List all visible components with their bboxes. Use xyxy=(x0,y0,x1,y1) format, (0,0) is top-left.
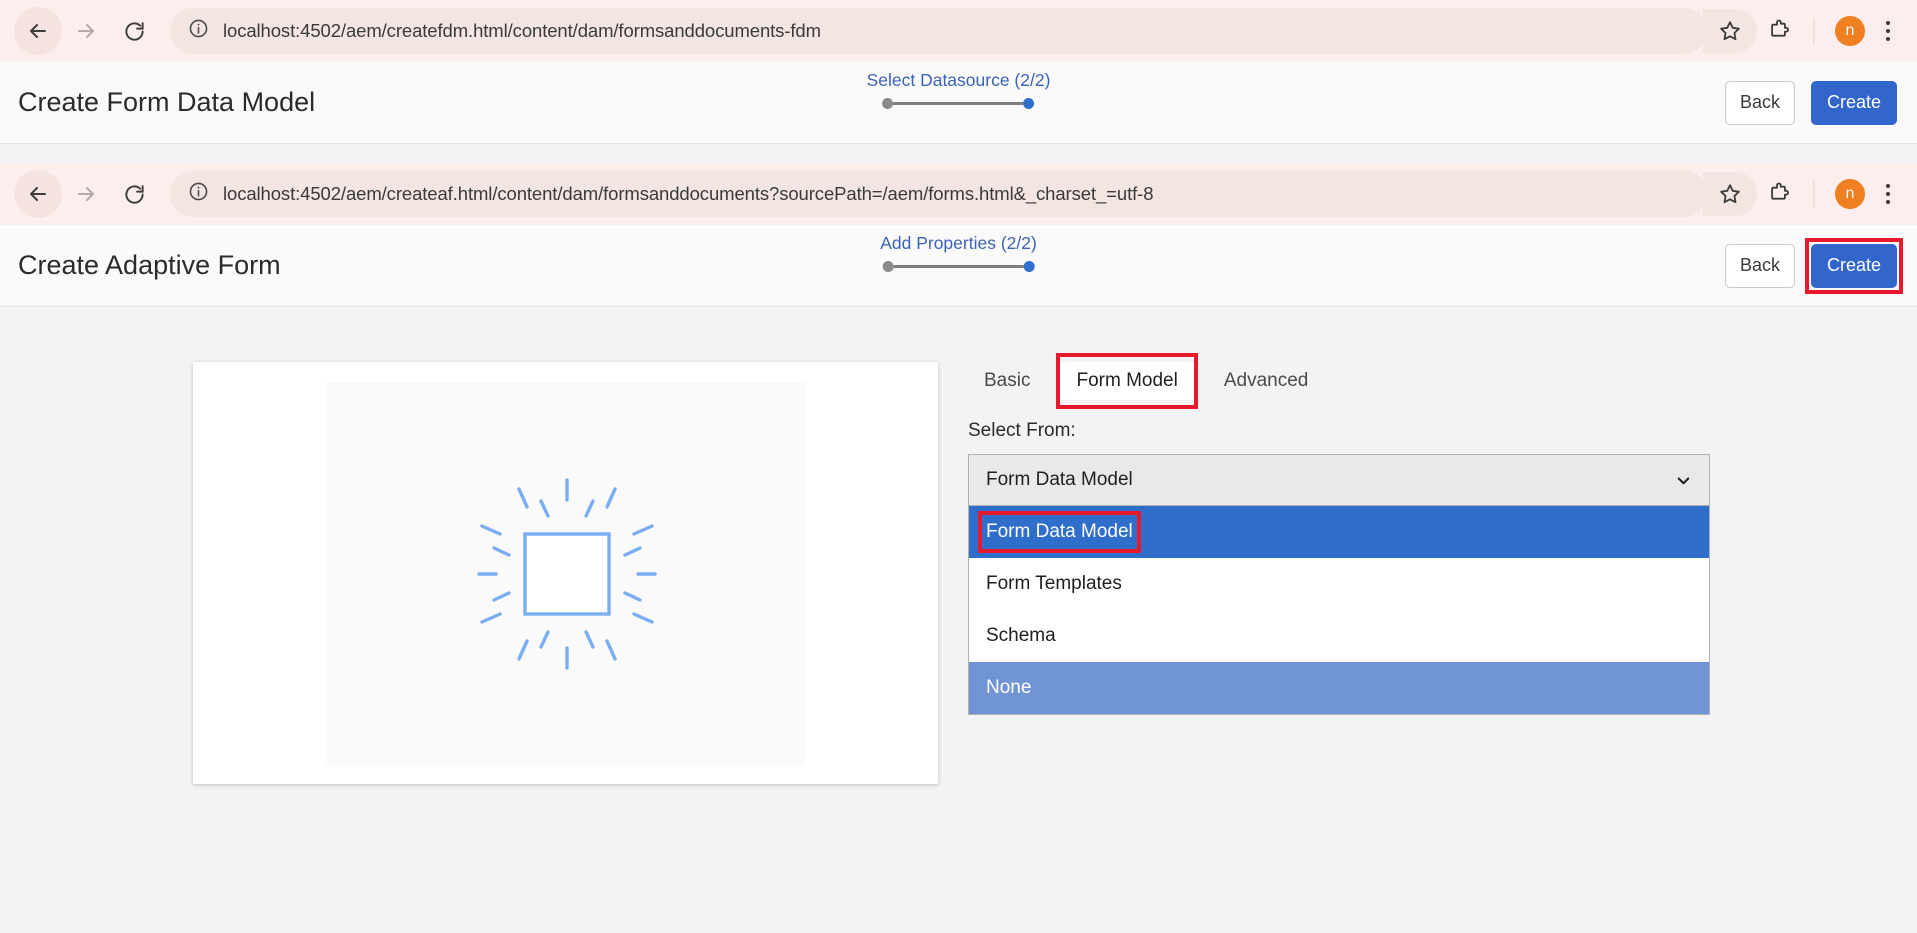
tab-advanced[interactable]: Advanced xyxy=(1208,362,1325,400)
header-actions-two: Back Create xyxy=(1725,237,1903,294)
address-bar[interactable]: localhost:4502/aem/createaf.html/content… xyxy=(170,171,1707,217)
form-model-select[interactable]: Form Data Model xyxy=(968,454,1710,506)
option-label: Form Templates xyxy=(986,573,1122,594)
reload-button[interactable] xyxy=(110,7,158,55)
select-from-label: Select From: xyxy=(968,420,1076,441)
page-title: Create Form Data Model xyxy=(18,87,316,117)
form-properties-panel: Basic Form Model Advanced Select From: F… xyxy=(968,353,1738,933)
aem-header-one: Create Form Data Model Select Datasource… xyxy=(0,62,1917,144)
wizard-progress-one: Select Datasource (2/2) xyxy=(867,70,1051,109)
browser-toolbar-one: localhost:4502/aem/createfdm.html/conten… xyxy=(0,0,1917,62)
forward-button[interactable] xyxy=(62,7,110,55)
puzzle-piece-icon[interactable] xyxy=(1757,9,1801,53)
create-button[interactable]: Create xyxy=(1811,243,1897,288)
reload-button[interactable] xyxy=(110,170,158,218)
url-text: localhost:4502/aem/createaf.html/content… xyxy=(223,183,1154,204)
template-preview-thumbnail xyxy=(325,382,806,764)
url-text: localhost:4502/aem/createfdm.html/conten… xyxy=(223,20,821,41)
create-adaptive-form-content: Basic Form Model Advanced Select From: F… xyxy=(0,307,1917,933)
wizard-dot-step-2[interactable] xyxy=(1023,261,1035,272)
back-button[interactable] xyxy=(14,170,62,218)
wizard-track xyxy=(882,98,1035,109)
arrow-right-icon xyxy=(78,187,94,201)
form-model-option-list: Form Data Model Form Templates Schema No… xyxy=(968,506,1710,715)
tab-form-model[interactable]: Form Model xyxy=(1060,362,1194,400)
header-actions-one: Back Create xyxy=(1725,80,1897,125)
star-icon[interactable] xyxy=(1703,172,1757,216)
browser-window-two: localhost:4502/aem/createaf.html/content… xyxy=(0,163,1917,933)
form-model-select-value: Form Data Model xyxy=(986,469,1133,490)
browser-actions-one: n xyxy=(1703,9,1903,53)
properties-tabs: Basic Form Model Advanced xyxy=(968,353,1738,409)
puzzle-piece-icon[interactable] xyxy=(1757,172,1801,216)
wizard-dot-step-1[interactable] xyxy=(882,98,894,109)
window-gap xyxy=(0,143,1917,163)
wizard-step-label[interactable]: Add Properties (2/2) xyxy=(880,233,1037,254)
chevron-down-icon xyxy=(1674,471,1693,490)
toolbar-divider xyxy=(1813,18,1815,44)
kebab-menu-icon[interactable] xyxy=(1873,11,1903,51)
page-title: Create Adaptive Form xyxy=(18,250,281,280)
browser-actions-two: n xyxy=(1703,172,1903,216)
option-label: Form Data Model xyxy=(986,521,1133,542)
option-label: Schema xyxy=(986,625,1056,646)
option-schema[interactable]: Schema xyxy=(969,610,1709,662)
info-circle-icon[interactable] xyxy=(188,181,209,207)
wizard-dot-step-2[interactable] xyxy=(1023,98,1035,109)
star-icon[interactable] xyxy=(1703,9,1757,53)
info-circle-icon[interactable] xyxy=(188,18,209,44)
wizard-step-label[interactable]: Select Datasource (2/2) xyxy=(867,70,1051,91)
template-preview-card xyxy=(193,362,938,784)
toolbar-divider xyxy=(1813,181,1815,207)
address-bar[interactable]: localhost:4502/aem/createfdm.html/conten… xyxy=(170,8,1707,54)
reload-icon xyxy=(124,184,144,204)
create-button-annotation: Create xyxy=(1805,237,1903,294)
browser-toolbar-two: localhost:4502/aem/createaf.html/content… xyxy=(0,163,1917,225)
arrow-right-icon xyxy=(78,24,94,38)
arrow-left-icon xyxy=(30,187,46,201)
browser-window-one: localhost:4502/aem/createfdm.html/conten… xyxy=(0,0,1917,144)
wizard-progress-two: Add Properties (2/2) xyxy=(880,233,1037,272)
wizard-connector xyxy=(893,102,1024,105)
aem-header-two: Create Adaptive Form Add Properties (2/2… xyxy=(0,225,1917,307)
reload-icon xyxy=(124,21,144,41)
back-button[interactable]: Back xyxy=(1725,80,1795,125)
option-form-data-model-annotation: Form Data Model xyxy=(978,511,1141,553)
wizard-dot-step-1[interactable] xyxy=(882,261,894,272)
wizard-connector xyxy=(893,265,1024,268)
tab-basic[interactable]: Basic xyxy=(968,362,1046,400)
option-none[interactable]: None xyxy=(969,662,1709,714)
avatar[interactable]: n xyxy=(1835,16,1865,46)
forward-button[interactable] xyxy=(62,170,110,218)
wizard-track xyxy=(882,261,1035,272)
kebab-menu-icon[interactable] xyxy=(1873,174,1903,214)
arrow-left-icon xyxy=(30,24,46,38)
back-button[interactable] xyxy=(14,7,62,55)
option-form-data-model[interactable]: Form Data Model xyxy=(969,506,1709,558)
option-form-templates[interactable]: Form Templates xyxy=(969,558,1709,610)
form-model-select-wrapper: Form Data Model Form Data Model Form Tem… xyxy=(968,454,1710,715)
create-button[interactable]: Create xyxy=(1811,80,1897,125)
back-button[interactable]: Back xyxy=(1725,243,1795,288)
tab-form-model-annotation: Form Model xyxy=(1056,353,1199,409)
avatar[interactable]: n xyxy=(1835,179,1865,209)
blank-template-sunburst-icon xyxy=(476,478,657,670)
option-label: None xyxy=(986,677,1032,698)
